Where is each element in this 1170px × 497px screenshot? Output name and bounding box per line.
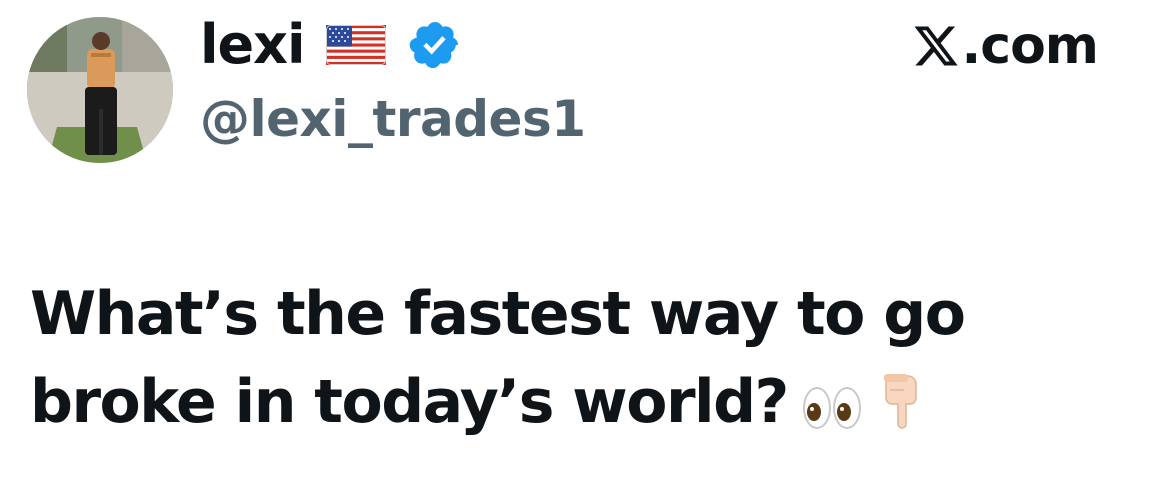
tweet-card: lexi @lexi_trades1 .com What’s the faste… (0, 0, 1170, 497)
avatar-photo (27, 17, 173, 163)
author-handle[interactable]: @lexi_trades1 (200, 92, 586, 147)
tweet-text: What’s the fastest way to go broke in to… (30, 270, 1140, 446)
avatar[interactable] (27, 17, 173, 163)
verified-badge-icon[interactable] (408, 18, 462, 72)
display-name[interactable]: lexi (200, 18, 305, 72)
us-flag-icon (326, 25, 387, 65)
eyes-emoji (802, 387, 861, 429)
x-logo-icon (914, 26, 958, 66)
brand-domain: .com (961, 16, 1099, 76)
backhand-index-pointing-down-emoji (883, 374, 917, 429)
tweet-text-line-2-text: broke in today’s world? (30, 367, 789, 437)
brand-watermark: .com (912, 16, 1099, 76)
tweet-text-line-2: broke in today’s world? (30, 358, 1140, 446)
tweet-text-line-1: What’s the fastest way to go (30, 279, 966, 349)
author-name-row: lexi (200, 10, 462, 80)
